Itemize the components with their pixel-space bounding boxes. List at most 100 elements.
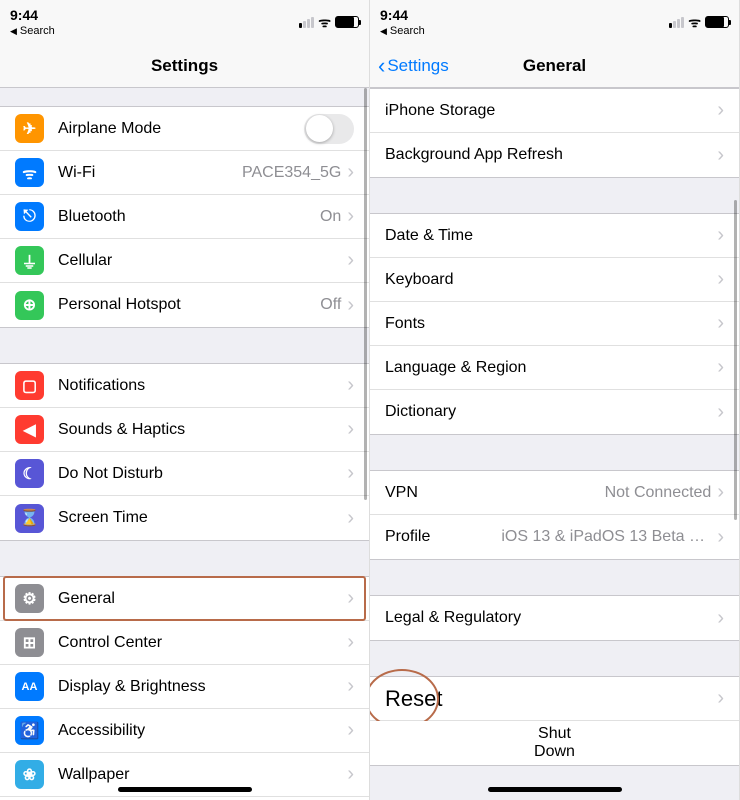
row-wi-fi[interactable]: ᯤWi-FiPACE354_5G› <box>0 151 369 195</box>
back-to-search[interactable]: ◀Search <box>380 25 425 37</box>
row-dictionary[interactable]: Dictionary› <box>370 390 739 434</box>
cell-label: Do Not Disturb <box>58 465 347 483</box>
back-to-search[interactable]: ◀Search <box>10 25 55 37</box>
cell-label: Background App Refresh <box>385 146 717 164</box>
chevron-right-icon: › <box>717 401 724 424</box>
chevron-right-icon: › <box>347 631 354 654</box>
chevron-right-icon: › <box>347 675 354 698</box>
row-control-center[interactable]: ⊞Control Center› <box>0 621 369 665</box>
home-indicator[interactable] <box>488 787 622 792</box>
notifications-icon: ▢ <box>15 371 44 400</box>
accessibility-icon: ♿ <box>15 716 44 745</box>
row-personal-hotspot[interactable]: ⊕ Personal HotspotOff › <box>0 283 369 327</box>
chevron-right-icon: › <box>347 294 354 317</box>
general-list: iPhone Storage›Background App Refresh›Da… <box>370 88 739 800</box>
chevron-right-icon: › <box>717 268 724 291</box>
chevron-right-icon: › <box>717 144 724 167</box>
cell-label: Keyboard <box>385 271 717 289</box>
wifi-icon: ᯤ <box>15 158 44 187</box>
row-sounds-haptics[interactable]: ◀Sounds & Haptics› <box>0 408 369 452</box>
row-bluetooth[interactable]: ⎋ BluetoothOn › <box>0 195 369 239</box>
general-icon: ⚙ <box>15 584 44 613</box>
chevron-right-icon: › <box>717 224 724 247</box>
row-airplane-mode[interactable]: ✈Airplane Mode <box>0 107 369 151</box>
scrollbar[interactable] <box>734 200 737 520</box>
chevron-right-icon: › <box>717 356 724 379</box>
chevron-right-icon: › <box>717 481 724 504</box>
row-fonts[interactable]: Fonts› <box>370 302 739 346</box>
back-label: Settings <box>387 56 448 76</box>
cell-label: General <box>58 590 347 608</box>
cell-value: On <box>320 208 341 226</box>
battery-icon <box>335 16 359 28</box>
screentime-icon: ⌛ <box>15 504 44 533</box>
chevron-right-icon: › <box>347 418 354 441</box>
cell-label: Sounds & Haptics <box>58 421 347 439</box>
status-bar: 9:44 ◀Search ᯤ <box>0 0 369 44</box>
home-indicator[interactable] <box>118 787 252 792</box>
cell-label: Display & Brightness <box>58 678 347 696</box>
settings-list: ✈Airplane Mode ᯤ Wi-FiPACE354_5G › ⎋ Bluetoot… <box>0 88 369 800</box>
row-legal-regulatory[interactable]: Legal & Regulatory› <box>370 596 739 640</box>
row-iphone-storage[interactable]: iPhone Storage› <box>370 89 739 133</box>
status-bar: 9:44 ◀Search ᯤ <box>370 0 739 44</box>
row-display-brightness[interactable]: AADisplay & Brightness› <box>0 665 369 709</box>
wifi-icon: ᯤ <box>318 13 331 32</box>
cell-label: Wallpaper <box>58 766 347 784</box>
row-background-app-refresh[interactable]: Background App Refresh› <box>370 133 739 177</box>
cell-label: Shut Down <box>534 725 575 761</box>
settings-screen: 9:44 ◀Search ᯤ Settings ✈Airplane ModeᯤW… <box>0 0 370 800</box>
cell-value: PACE354_5G <box>242 164 341 182</box>
chevron-right-icon: › <box>717 687 724 710</box>
row-date-time[interactable]: Date & Time› <box>370 214 739 258</box>
cell-value: Not Connected <box>605 484 712 502</box>
row-accessibility[interactable]: ♿Accessibility› <box>0 709 369 753</box>
row-reset[interactable]: Reset› <box>370 677 739 721</box>
row-general[interactable]: ⚙ General› <box>0 577 369 621</box>
wifi-icon: ᯤ <box>688 13 701 32</box>
cell-value: Off <box>320 296 341 314</box>
bluetooth-icon: ⎋ <box>15 202 44 231</box>
nav-header-general: ‹ Settings General <box>370 44 739 88</box>
airplane-switch[interactable] <box>304 114 354 144</box>
chevron-right-icon: › <box>347 587 354 610</box>
cell-label: Fonts <box>385 315 717 333</box>
cell-label: Legal & Regulatory <box>385 609 717 627</box>
chevron-right-icon: › <box>717 99 724 122</box>
row-keyboard[interactable]: Keyboard› <box>370 258 739 302</box>
scrollbar[interactable] <box>364 88 367 500</box>
chevron-right-icon: › <box>347 205 354 228</box>
wallpaper-icon: ❀ <box>15 760 44 789</box>
cell-label: Wi-Fi <box>58 164 242 182</box>
row-language-region[interactable]: Language & Region› <box>370 346 739 390</box>
row-notifications[interactable]: ▢Notifications› <box>0 364 369 408</box>
chevron-right-icon: › <box>347 719 354 742</box>
cell-label: iPhone Storage <box>385 102 717 120</box>
general-screen: 9:44 ◀Search ᯤ ‹ Settings General iPhone… <box>370 0 740 800</box>
signal-icon <box>299 17 314 28</box>
row-cellular[interactable]: ⏚Cellular› <box>0 239 369 283</box>
cell-label: Reset <box>385 686 717 712</box>
row-screen-time[interactable]: ⌛Screen Time› <box>0 496 369 540</box>
cell-label: Screen Time <box>58 509 347 527</box>
cell-label: Notifications <box>58 377 347 395</box>
status-time: 9:44 <box>380 7 425 23</box>
row-vpn[interactable]: VPNNot Connected› <box>370 471 739 515</box>
row-shut-down[interactable]: Shut Down <box>370 721 739 765</box>
row-do-not-disturb[interactable]: ☾Do Not Disturb› <box>0 452 369 496</box>
cell-label: Date & Time <box>385 227 717 245</box>
nav-header-settings: Settings <box>0 44 369 88</box>
cell-label: Personal Hotspot <box>58 296 320 314</box>
back-button[interactable]: ‹ Settings <box>378 56 449 76</box>
page-title: Settings <box>151 56 218 76</box>
cell-label: Bluetooth <box>58 208 320 226</box>
hotspot-icon: ⊕ <box>15 291 44 320</box>
cell-label: Language & Region <box>385 359 717 377</box>
status-indicators: ᯤ <box>669 13 729 32</box>
battery-icon <box>705 16 729 28</box>
row-profile[interactable]: ProfileiOS 13 & iPadOS 13 Beta Software … <box>370 515 739 559</box>
cell-label: Profile <box>385 528 501 546</box>
dnd-icon: ☾ <box>15 459 44 488</box>
chevron-right-icon: › <box>717 526 724 549</box>
airplane-icon: ✈ <box>15 114 44 143</box>
